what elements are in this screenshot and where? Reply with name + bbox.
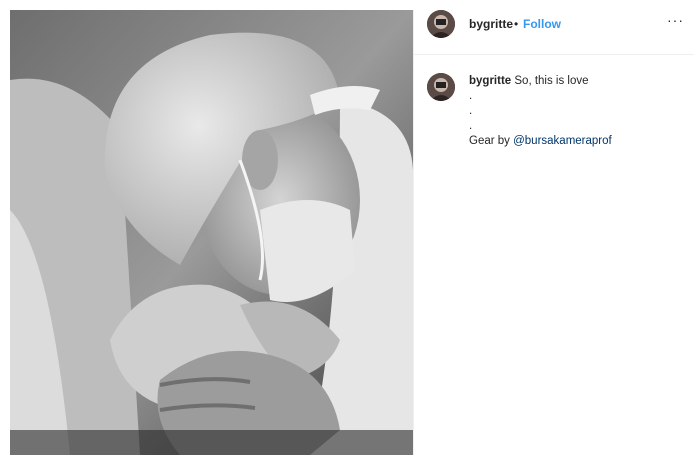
post-header: bygritte • Follow ··· bbox=[414, 10, 694, 55]
avatar-icon bbox=[427, 73, 455, 101]
profile-avatar[interactable] bbox=[427, 10, 455, 38]
caption-username[interactable]: bygritte bbox=[469, 75, 511, 87]
post-caption: bygritte So, this is love . . . Gear by … bbox=[469, 74, 684, 149]
post-sidebar: bygritte • Follow ··· bygritte So, this … bbox=[413, 10, 694, 455]
post-photo[interactable] bbox=[10, 10, 413, 455]
post-photo-image bbox=[10, 10, 413, 455]
mention-link[interactable]: @bursakameraprof bbox=[513, 135, 612, 147]
avatar-icon bbox=[427, 10, 455, 38]
gear-prefix: Gear by bbox=[469, 135, 514, 147]
caption-gear-line: Gear by @bursakameraprof bbox=[469, 134, 684, 149]
caption-text: So, this is love bbox=[514, 75, 589, 87]
post-username[interactable]: bygritte bbox=[469, 17, 513, 31]
more-options-icon[interactable]: ··· bbox=[667, 12, 684, 28]
caption-dot: . bbox=[469, 105, 473, 117]
caption-first-line: bygritte So, this is love bbox=[469, 74, 684, 89]
follow-button[interactable]: Follow bbox=[523, 17, 561, 31]
caption-dot: . bbox=[469, 90, 473, 102]
caption-dot: . bbox=[469, 120, 473, 132]
instagram-post-embed: bygritte • Follow ··· bygritte So, this … bbox=[0, 0, 700, 465]
caption-avatar[interactable] bbox=[427, 73, 455, 101]
separator-dot: • bbox=[514, 17, 519, 31]
